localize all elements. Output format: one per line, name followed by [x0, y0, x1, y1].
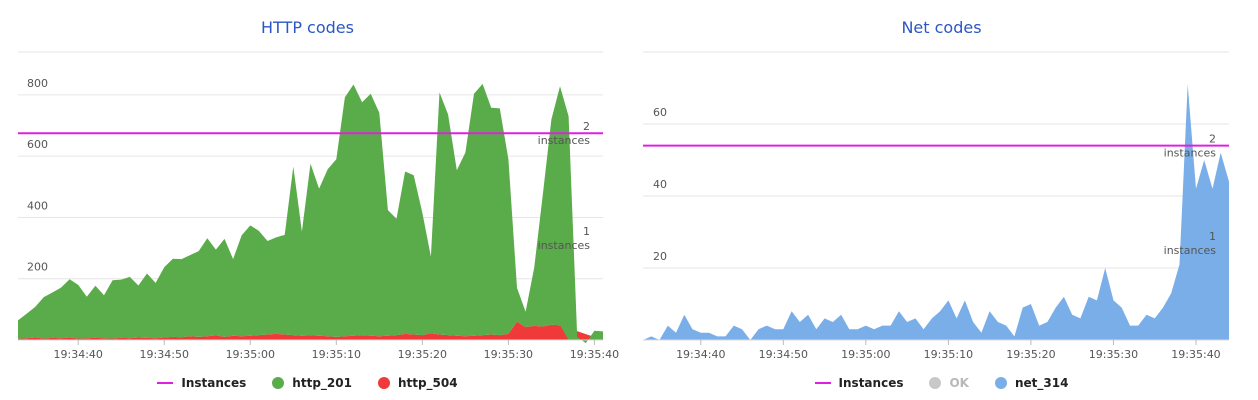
instances-label-unit: instances [1164, 147, 1217, 160]
x-tick-label: 19:34:40 [676, 348, 725, 361]
legend-item-instances[interactable]: Instances [814, 376, 904, 390]
legend-swatch [272, 377, 285, 389]
y-tick-label: 60 [653, 106, 667, 119]
x-tick-label: 19:35:00 [841, 348, 890, 361]
legend-item-net-314[interactable]: net_314 [994, 376, 1069, 390]
y-tick-label: 600 [27, 138, 48, 151]
legend-swatch [994, 377, 1007, 389]
legend-item-http-201[interactable]: http_201 [272, 376, 352, 390]
legend-label: Instances [181, 376, 247, 390]
x-tick-label: 19:35:20 [1006, 348, 1055, 361]
legend-label: OK [949, 376, 969, 390]
legend-item-http-504[interactable]: http_504 [377, 376, 458, 390]
legend-swatch [929, 377, 942, 389]
y-tick-label: 400 [27, 199, 48, 212]
series-area-http_201 [18, 83, 603, 344]
x-tick-label: 19:35:40 [570, 348, 619, 361]
legend-item-ok[interactable]: OK [929, 376, 969, 390]
instances-label-value: 2 [1209, 133, 1216, 146]
legend: Instances http_201 http_504 [0, 376, 615, 390]
x-tick-label: 19:35:10 [924, 348, 973, 361]
instances-label-value: 1 [1209, 230, 1216, 243]
legend-swatch [377, 377, 390, 389]
net-codes-plot: 2040602instances1instances19:34:40 19:34:… [643, 51, 1229, 361]
y-tick-label: 20 [653, 250, 667, 263]
legend-label: Instances [838, 376, 904, 390]
http-codes-chart: HTTP codes 200 400 600 800 2 instances 1 instan… [0, 0, 619, 400]
y-tick-label: 40 [653, 178, 667, 191]
legend-label: http_504 [397, 376, 458, 390]
x-tick-label: 19:34:50 [759, 348, 808, 361]
legend-item-instances[interactable]: Instances [157, 376, 246, 390]
x-tick-label: 19:34:40 [54, 348, 103, 361]
x-tick-label: 19:35:30 [484, 348, 533, 361]
legend-label: net_314 [1014, 376, 1069, 390]
instances-label-unit: instances [538, 239, 591, 252]
instances-label-unit: instances [538, 134, 591, 147]
legend-swatch [157, 382, 174, 384]
x-tick-label: 19:34:50 [140, 348, 189, 361]
series-area-net_314 [643, 84, 1229, 341]
x-tick-label: 19:35:00 [226, 348, 275, 361]
instances-label-value: 1 [583, 225, 590, 238]
net-codes-chart: Net codes 20 40 60 2 instances 1 instances 19:3… [625, 0, 1258, 400]
legend-label: http_201 [292, 376, 352, 390]
instances-label-value: 2 [583, 120, 590, 133]
y-tick-label: 200 [27, 261, 48, 274]
x-tick-label: 19:35:30 [1089, 348, 1138, 361]
x-tick-label: 19:35:10 [312, 348, 361, 361]
x-tick-label: 19:35:20 [398, 348, 447, 361]
y-tick-label: 800 [27, 77, 48, 90]
instances-label-unit: instances [1164, 244, 1217, 257]
http-codes-plot: 2004006008002instances1instances19:34:40… [18, 51, 619, 361]
legend: Instances OK net_314 [625, 376, 1258, 390]
legend-swatch [814, 382, 831, 384]
x-tick-label: 19:35:40 [1171, 348, 1220, 361]
